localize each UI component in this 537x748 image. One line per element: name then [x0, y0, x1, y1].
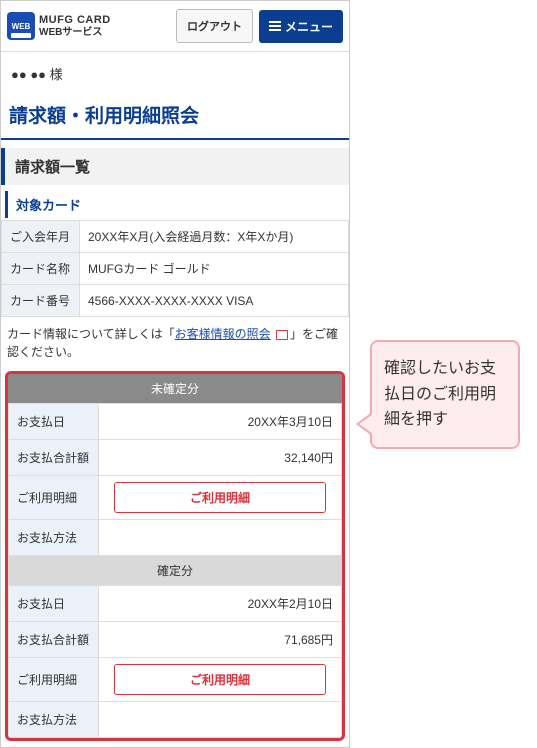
value-total: 71,685円 — [99, 622, 342, 658]
label-total: お支払合計額 — [9, 440, 99, 476]
note-pre: カード情報について詳しくは「 — [7, 327, 175, 341]
value-card-number: 4566-XXXX-XXXX-XXXX VISA — [80, 285, 349, 317]
group-header-fixed: 確定分 — [8, 556, 342, 585]
cell-detail-button: ご利用明細 — [99, 658, 342, 702]
section-title-billing-list: 請求額一覧 — [1, 148, 349, 185]
logout-button[interactable]: ログアウト — [176, 9, 253, 43]
menu-label: メニュー — [285, 18, 333, 35]
label-method: お支払方法 — [9, 702, 99, 738]
label-method: お支払方法 — [9, 520, 99, 556]
table-row: お支払方法 — [9, 520, 342, 556]
table-row: カード名称 MUFGカード ゴールド — [2, 253, 349, 285]
cell-detail-button: ご利用明細 — [99, 476, 342, 520]
table-row: カード番号 4566-XXXX-XXXX-XXXX VISA — [2, 285, 349, 317]
value-enroll-date: 20XX年X月(入会経過月数：X年Xか月) — [80, 221, 349, 253]
billing-table-fixed: お支払日 20XX年2月10日 お支払合計額 71,685円 ご利用明細 ご利用… — [8, 585, 342, 738]
label-detail: ご利用明細 — [9, 476, 99, 520]
usage-detail-button[interactable]: ご利用明細 — [114, 664, 326, 695]
label-enroll-date: ご入会年月 — [2, 221, 80, 253]
header: WEB MUFG CARD WEBサービス ログアウト メニュー — [1, 1, 349, 52]
hamburger-icon — [269, 21, 281, 31]
table-row: お支払日 20XX年2月10日 — [9, 586, 342, 622]
usage-detail-button[interactable]: ご利用明細 — [114, 482, 326, 513]
menu-button[interactable]: メニュー — [259, 10, 343, 43]
label-pay-date: お支払日 — [9, 586, 99, 622]
card-info-note: カード情報について詳しくは「お客様情報の照会 」をご確認ください。 — [1, 317, 349, 371]
value-method — [99, 702, 342, 738]
greeting: ●● ●● 様 — [1, 52, 349, 95]
sub-title-target-card: 対象カード — [5, 191, 349, 218]
table-row: ご利用明細 ご利用明細 — [9, 476, 342, 520]
table-row: お支払方法 — [9, 702, 342, 738]
value-method — [99, 520, 342, 556]
group-header-pending: 未確定分 — [8, 374, 342, 403]
app-frame: WEB MUFG CARD WEBサービス ログアウト メニュー ●● ●● 様… — [0, 0, 350, 748]
page-title: 請求額・利用明細照会 — [1, 95, 349, 140]
label-detail: ご利用明細 — [9, 658, 99, 702]
billing-table-pending: お支払日 20XX年3月10日 お支払合計額 32,140円 ご利用明細 ご利用… — [8, 403, 342, 556]
billing-highlight-box: 未確定分 お支払日 20XX年3月10日 お支払合計額 32,140円 ご利用明… — [5, 371, 345, 741]
brand: WEB MUFG CARD WEBサービス — [7, 12, 170, 40]
value-card-name: MUFGカード ゴールド — [80, 253, 349, 285]
customer-info-link[interactable]: お客様情報の照会 — [175, 327, 271, 341]
label-total: お支払合計額 — [9, 622, 99, 658]
card-info-table: ご入会年月 20XX年X月(入会経過月数：X年Xか月) カード名称 MUFGカー… — [1, 220, 349, 317]
brand-badge-icon: WEB — [7, 12, 35, 40]
external-window-icon — [276, 330, 288, 340]
table-row: お支払日 20XX年3月10日 — [9, 404, 342, 440]
brand-line2: WEBサービス — [39, 27, 111, 38]
value-pay-date: 20XX年3月10日 — [99, 404, 342, 440]
value-pay-date: 20XX年2月10日 — [99, 586, 342, 622]
instruction-callout: 確認したいお支払日のご利用明細を押す — [370, 340, 520, 449]
label-card-number: カード番号 — [2, 285, 80, 317]
table-row: お支払合計額 71,685円 — [9, 622, 342, 658]
label-card-name: カード名称 — [2, 253, 80, 285]
label-pay-date: お支払日 — [9, 404, 99, 440]
table-row: お支払合計額 32,140円 — [9, 440, 342, 476]
table-row: ご利用明細 ご利用明細 — [9, 658, 342, 702]
table-row: ご入会年月 20XX年X月(入会経過月数：X年Xか月) — [2, 221, 349, 253]
brand-line1: MUFG CARD — [39, 14, 111, 26]
brand-text: MUFG CARD WEBサービス — [39, 14, 111, 37]
value-total: 32,140円 — [99, 440, 342, 476]
